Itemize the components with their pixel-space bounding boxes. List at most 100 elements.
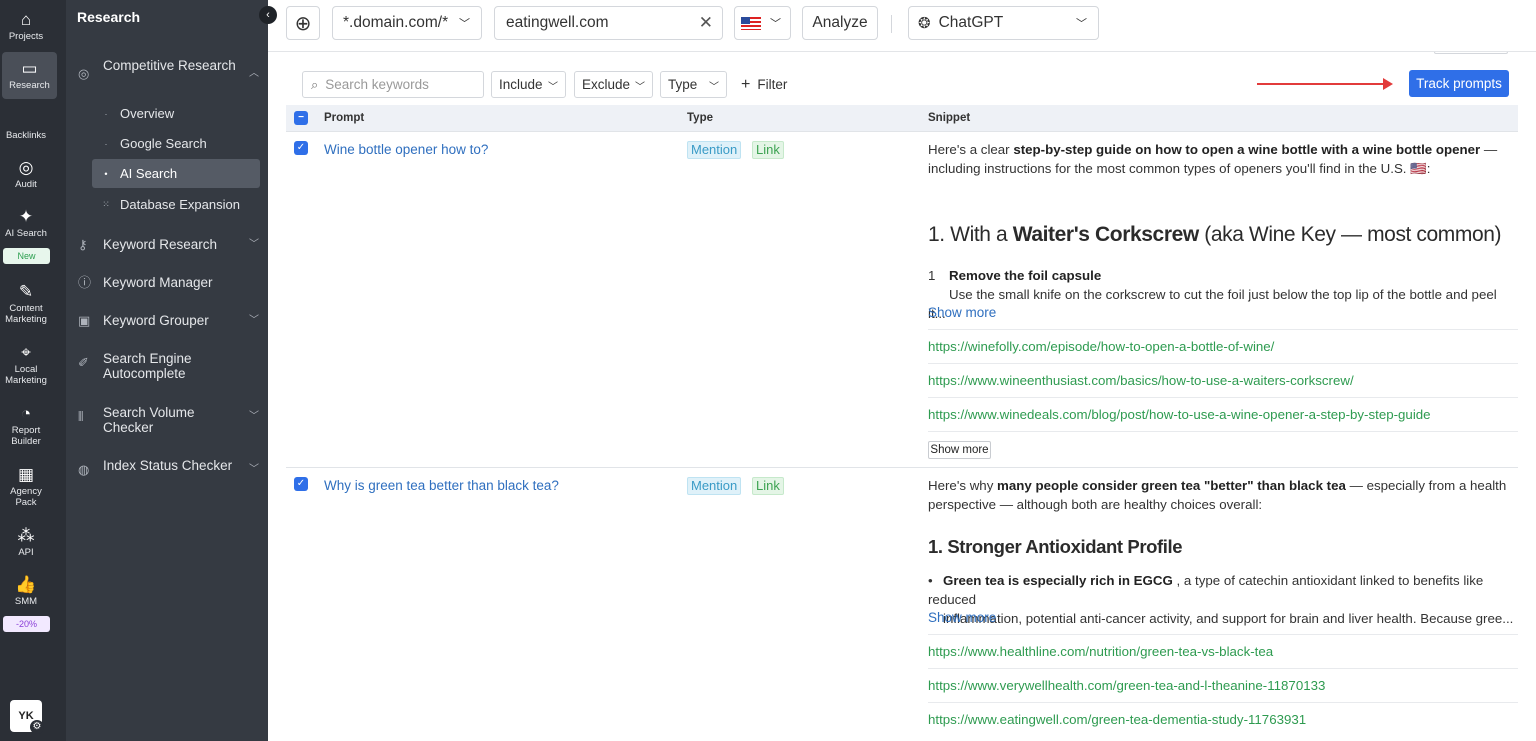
- domain-input[interactable]: eatingwell.com ✕: [494, 6, 723, 40]
- source-url[interactable]: https://www.wineenthusiast.com/basics/ho…: [928, 373, 1354, 388]
- add-button[interactable]: ⊕: [286, 6, 320, 40]
- source-url[interactable]: https://www.winedeals.com/blog/post/how-…: [928, 407, 1431, 422]
- sidebar-item-keyword-manager[interactable]: ⓘ Keyword Manager: [66, 275, 268, 290]
- icon-rail: ⌂ Projects ▭ Research Backlinks ◎ Audit …: [0, 0, 66, 741]
- globe-icon: ◍: [78, 462, 90, 477]
- key-icon: ⚷: [78, 237, 88, 252]
- sidebar-item-index-status-checker[interactable]: ◍ Index Status Checker ﹀: [66, 458, 268, 477]
- mention-tag: Mention: [687, 141, 742, 159]
- link-tag: Link: [752, 141, 784, 159]
- sidebar-item-keyword-research[interactable]: ⚷ Keyword Research ﹀: [66, 237, 268, 252]
- chevron-down-icon: ﹀: [1076, 18, 1087, 30]
- rail-agency-pack[interactable]: ▦ Agency Pack: [0, 465, 52, 508]
- research-icon: ▭: [21, 59, 38, 78]
- chevron-up-icon: ︿: [249, 68, 259, 79]
- chevron-down-icon: ﹀: [249, 411, 259, 422]
- folder-icon: ▣: [78, 313, 91, 328]
- chevron-down-icon: ﹀: [249, 239, 259, 250]
- prompt-link[interactable]: Why is green tea better than black tea?: [324, 478, 559, 493]
- source-url[interactable]: https://winefolly.com/episode/how-to-ope…: [928, 339, 1274, 354]
- audit-icon: ◎: [18, 158, 34, 177]
- building-icon: ▦: [17, 465, 35, 484]
- snippet-heading: 1. With a Waiter's Corkscrew (aka Wine K…: [928, 223, 1502, 246]
- snippet-heading: 1. Stronger Antioxidant Profile: [928, 536, 1183, 557]
- row-checkbox[interactable]: ✓: [294, 141, 308, 155]
- research-sidebar: Research ◎ Competitive Research ︿ · Overv…: [66, 0, 268, 741]
- show-more-urls-button[interactable]: Show more: [928, 441, 991, 459]
- info-icon: ⓘ: [78, 275, 92, 290]
- pencil-icon: ✐: [78, 355, 89, 370]
- pin-icon: ⌖: [21, 343, 31, 362]
- source-url[interactable]: https://www.healthline.com/nutrition/gre…: [928, 644, 1273, 659]
- select-all-checkbox[interactable]: −: [294, 111, 308, 125]
- search-icon: ⌕: [311, 76, 319, 92]
- gear-icon[interactable]: ⚙: [30, 720, 44, 734]
- results-panel: ⌕ Search keywords Include ﹀ Exclude ﹀ Type…: [286, 52, 1518, 741]
- thumbs-up-icon: 👍: [15, 575, 37, 594]
- rail-research[interactable]: ▭ Research: [2, 52, 57, 99]
- sidebar-subitem-database-expansion[interactable]: ⁙ Database Expansion: [92, 190, 260, 219]
- prompt-link[interactable]: Wine bottle opener how to?: [324, 142, 488, 157]
- api-icon: ⁂: [17, 526, 35, 545]
- rail-smm[interactable]: 👍 SMM: [0, 575, 52, 607]
- target-icon: ◎: [78, 66, 90, 81]
- sidebar-subitem-overview[interactable]: · Overview: [92, 99, 260, 128]
- track-prompts-button[interactable]: Track prompts: [1409, 70, 1509, 97]
- engine-select[interactable]: ❂ ChatGPT ﹀: [908, 6, 1099, 40]
- mention-tag: Mention: [687, 477, 742, 495]
- chatgpt-icon: ❂: [918, 15, 931, 32]
- filter-button[interactable]: + Filter: [734, 71, 798, 98]
- pie-icon: ◔: [20, 404, 32, 423]
- rail-backlinks[interactable]: Backlinks: [0, 130, 52, 141]
- table-row: ✓ Wine bottle opener how to? Mention Lin…: [286, 133, 1518, 468]
- rail-report-builder[interactable]: ◔ Report Builder: [0, 404, 52, 447]
- sidebar-subitem-google-search[interactable]: · Google Search: [92, 129, 260, 158]
- discount-badge: -20%: [3, 616, 50, 632]
- analyze-button[interactable]: Analyze: [802, 6, 878, 40]
- rail-ai-search[interactable]: ✦ AI Search: [0, 207, 52, 239]
- rail-local-marketing[interactable]: ⌖ Local Marketing: [0, 343, 52, 386]
- sidebar-item-search-engine-autocomplete[interactable]: ✐ Search Engine Autocomplete: [66, 351, 268, 381]
- table-header: − Prompt Type Snippet: [286, 105, 1518, 132]
- exclude-dropdown[interactable]: Exclude ﹀: [574, 71, 653, 98]
- snippet-intro: Here's why many people consider green te…: [928, 478, 1507, 512]
- type-dropdown[interactable]: Type ﹀: [660, 71, 727, 98]
- source-url[interactable]: https://www.verywellhealth.com/green-tea…: [928, 678, 1325, 693]
- top-bar: ⊕ *.domain.com/* ﹀ eatingwell.com ✕ ﹀ An…: [268, 0, 1536, 52]
- us-flag-icon: [741, 16, 761, 30]
- sidebar-subitem-ai-search[interactable]: • AI Search: [92, 159, 260, 188]
- country-select[interactable]: ﹀: [734, 6, 791, 40]
- show-more-link[interactable]: Show more: [928, 305, 996, 320]
- rail-projects[interactable]: ⌂ Projects: [0, 10, 52, 42]
- home-icon: ⌂: [20, 10, 32, 29]
- snippet-step: 1 Remove the foil capsule Use the small k…: [928, 268, 1497, 321]
- scrollbar[interactable]: [1518, 52, 1536, 741]
- source-url[interactable]: https://www.eatingwell.com/green-tea-dem…: [928, 712, 1306, 727]
- chevron-down-icon: ﹀: [770, 18, 781, 30]
- scope-select[interactable]: *.domain.com/* ﹀: [332, 6, 482, 40]
- search-input[interactable]: ⌕ Search keywords: [302, 71, 484, 98]
- annotation-arrow: [1257, 83, 1385, 85]
- plus-circle-icon: ⊕: [294, 12, 312, 35]
- sidebar-item-search-volume-checker[interactable]: ⫴ Search Volume Checker ﹀: [66, 405, 268, 435]
- expand-icon: ⁙: [102, 199, 110, 209]
- sidebar-item-competitive-research[interactable]: ◎ Competitive Research ︿: [66, 58, 268, 81]
- rail-content-marketing[interactable]: ✎ Content Marketing: [0, 282, 52, 325]
- chevron-down-icon: ﹀: [459, 18, 470, 30]
- row-checkbox[interactable]: ✓: [294, 477, 308, 491]
- clear-icon[interactable]: ✕: [699, 13, 713, 33]
- rail-audit[interactable]: ◎ Audit: [0, 158, 52, 190]
- link-tag: Link: [752, 477, 784, 495]
- include-dropdown[interactable]: Include ﹀: [491, 71, 566, 98]
- sparkle-icon: ✦: [18, 207, 34, 226]
- chevron-down-icon: ﹀: [249, 315, 259, 326]
- bar-chart-icon: ⫴: [78, 409, 84, 424]
- chevron-down-icon: ﹀: [249, 464, 259, 475]
- sidebar-item-keyword-grouper[interactable]: ▣ Keyword Grouper ﹀: [66, 313, 268, 328]
- snippet-intro: Here's a clear step-by-step guide on how…: [928, 142, 1498, 176]
- collapse-sidebar-button[interactable]: ‹: [259, 6, 277, 24]
- show-more-link[interactable]: Show more: [928, 610, 996, 625]
- rail-api[interactable]: ⁂ API: [0, 526, 52, 558]
- chevron-down-icon: ﹀: [635, 82, 645, 93]
- new-badge: New: [3, 248, 50, 264]
